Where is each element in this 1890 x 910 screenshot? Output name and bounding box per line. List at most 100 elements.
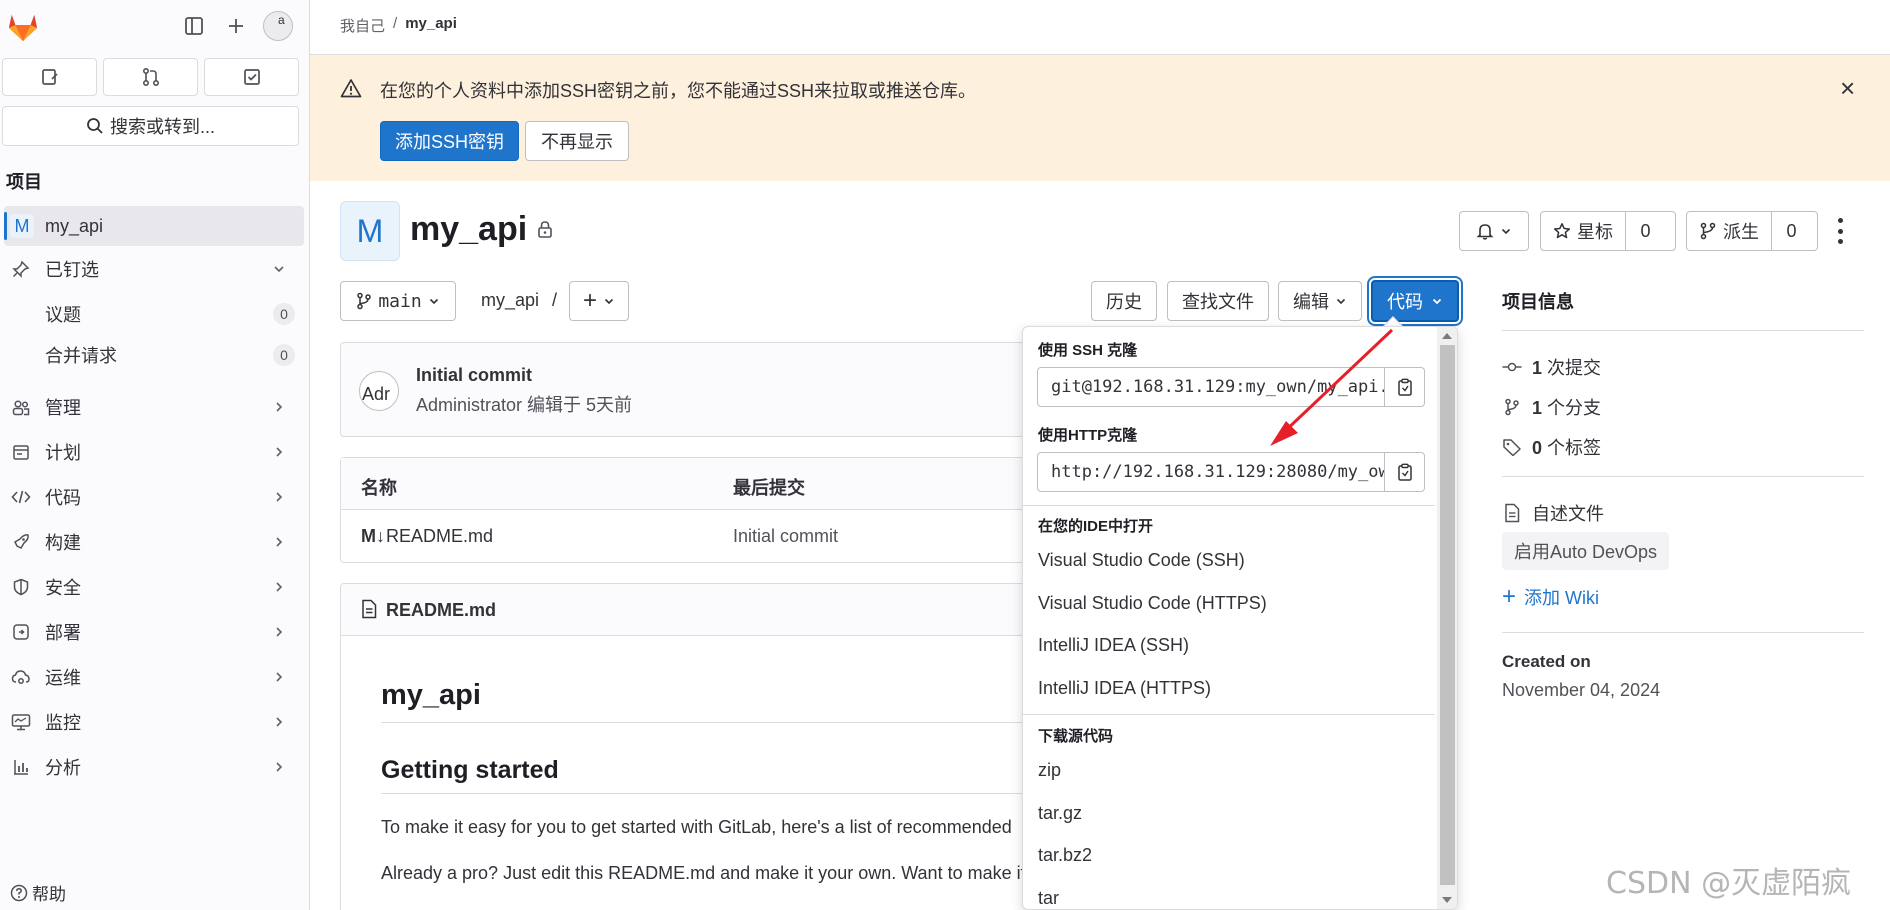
branch-name: main	[378, 290, 422, 312]
fork-count[interactable]: 0	[1771, 212, 1811, 250]
dropdown-scrollbar[interactable]	[1437, 327, 1457, 909]
merge-requests-tab[interactable]	[103, 58, 198, 96]
add-wiki-link[interactable]: + 添加 Wiki	[1502, 584, 1599, 610]
fork-button[interactable]: 派生 0	[1686, 211, 1818, 251]
tags-link[interactable]: 0 个标签	[1502, 434, 1601, 460]
sidebar-item-label: 部署	[45, 623, 81, 643]
star-count[interactable]: 0	[1625, 212, 1665, 250]
code-clone-dropdown: 使用 SSH 克隆 git@192.168.31.129:my_own/my_a…	[1022, 326, 1458, 910]
gitlab-logo-icon[interactable]	[6, 10, 40, 42]
branches-label: 个分支	[1547, 398, 1602, 418]
open-intellij-ssh[interactable]: IntelliJ IDEA (SSH)	[1038, 635, 1189, 656]
more-actions-icon[interactable]	[1830, 218, 1850, 244]
sidebar-item-manage[interactable]: 管理	[0, 387, 304, 427]
sidebar-item-monitor[interactable]: 监控	[0, 702, 304, 742]
project-letter-avatar: M	[10, 214, 34, 238]
watermark: CSDN @灭虚陌疯	[1606, 866, 1852, 901]
scrollbar-thumb[interactable]	[1440, 345, 1455, 885]
tags-count: 0	[1532, 438, 1543, 458]
readme-link[interactable]: 自述文件	[1502, 500, 1604, 526]
sidebar-item-plan[interactable]: 计划	[0, 432, 304, 472]
file-last-commit[interactable]: Initial commit	[733, 526, 838, 547]
download-tar-bz2[interactable]: tar.bz2	[1038, 845, 1092, 866]
code-dropdown-button[interactable]: 代码	[1371, 280, 1459, 322]
history-button[interactable]: 历史	[1091, 281, 1157, 321]
open-intellij-https[interactable]: IntelliJ IDEA (HTTPS)	[1038, 678, 1211, 699]
branches-link[interactable]: 1 个分支	[1502, 394, 1601, 420]
ssh-key-alert: 在您的个人资料中添加SSH密钥之前，您不能通过SSH来拉取或推送仓库。 添加SS…	[310, 55, 1890, 181]
sidebar-item-merge-requests[interactable]: 合并请求 0	[45, 336, 295, 374]
sidebar-item-build[interactable]: 构建	[0, 522, 304, 562]
chevron-down-icon	[429, 298, 438, 305]
sidebar-item-security[interactable]: 安全	[0, 567, 304, 607]
sidebar-item-analyze[interactable]: 分析	[0, 747, 304, 787]
sidebar-item-operate[interactable]: 运维	[0, 657, 304, 697]
download-zip[interactable]: zip	[1038, 760, 1061, 781]
add-to-tree-dropdown[interactable]: +	[569, 281, 629, 321]
project-avatar: M	[340, 201, 400, 261]
commits-link[interactable]: 1 次提交	[1502, 354, 1601, 380]
scroll-down-arrow[interactable]	[1442, 897, 1452, 903]
http-url-input[interactable]: http://192.168.31.129:28080/my_own/my_ap…	[1037, 452, 1385, 492]
breadcrumb-parent[interactable]: 我自己	[340, 15, 385, 36]
plus-icon[interactable]	[222, 12, 250, 40]
readme-panel: README.md my_api Getting started To make…	[340, 583, 1040, 910]
help-button[interactable]: 帮助	[10, 880, 66, 905]
file-name-link[interactable]: README.md	[386, 526, 493, 547]
scroll-up-arrow[interactable]	[1442, 333, 1452, 339]
code-icon	[8, 489, 34, 505]
project-info-title: 项目信息	[1502, 292, 1574, 312]
enable-auto-devops-button[interactable]: 启用Auto DevOps	[1502, 532, 1670, 570]
shield-icon	[8, 578, 34, 596]
open-vscode-ssh[interactable]: Visual Studio Code (SSH)	[1038, 550, 1245, 571]
sidebar-item-project[interactable]: M my_api	[4, 206, 304, 246]
toggle-sidebar-icon[interactable]	[180, 12, 208, 40]
close-icon[interactable]: ×	[1840, 75, 1855, 101]
fork-label: 派生	[1723, 222, 1759, 242]
find-file-button[interactable]: 查找文件	[1167, 281, 1269, 321]
ssh-url-input[interactable]: git@192.168.31.129:my_own/my_api.git	[1037, 367, 1385, 407]
info-divider	[1502, 476, 1864, 477]
sidebar-item-pinned[interactable]: 已钉选	[0, 249, 304, 289]
plus-icon: +	[1502, 583, 1517, 610]
rocket-icon	[8, 533, 34, 551]
notification-dropdown[interactable]	[1459, 211, 1529, 251]
issues-tab[interactable]	[2, 58, 97, 96]
readme-heading-2: Getting started	[381, 756, 559, 784]
readme-file-name[interactable]: README.md	[386, 600, 496, 621]
commit-author-avatar[interactable]: Adr	[359, 371, 399, 411]
count-badge: 0	[273, 303, 295, 325]
download-tar[interactable]: tar	[1038, 888, 1059, 909]
dont-show-again-button[interactable]: 不再显示	[525, 121, 629, 161]
todos-tab[interactable]	[204, 58, 299, 96]
users-icon	[8, 398, 34, 416]
chevron-down-icon	[1501, 228, 1511, 235]
merge-request-icon	[142, 67, 159, 87]
table-header: 名称 最后提交	[341, 458, 1039, 510]
user-avatar[interactable]: a	[263, 11, 293, 41]
commits-label: 次提交	[1547, 358, 1602, 378]
branch-selector[interactable]: main	[340, 281, 456, 321]
open-vscode-https[interactable]: Visual Studio Code (HTTPS)	[1038, 593, 1267, 614]
star-button[interactable]: 星标 0	[1540, 211, 1676, 251]
readme-header: README.md	[341, 584, 1039, 636]
sidebar-item-label: 监控	[45, 713, 81, 733]
search-or-goto-button[interactable]: 搜索或转到...	[2, 106, 299, 146]
sidebar-item-code[interactable]: 代码	[0, 477, 304, 517]
edit-dropdown[interactable]: 编辑	[1278, 281, 1362, 321]
repo-path-root[interactable]: my_api	[481, 290, 539, 310]
alert-message: 在您的个人资料中添加SSH密钥之前，您不能通过SSH来拉取或推送仓库。	[380, 81, 977, 101]
tag-icon	[1503, 439, 1521, 456]
copy-ssh-url-button[interactable]	[1385, 367, 1425, 407]
sidebar-item-deploy[interactable]: 部署	[0, 612, 304, 652]
info-divider	[1502, 632, 1864, 633]
copy-http-url-button[interactable]	[1385, 452, 1425, 492]
commit-author[interactable]: Administrator	[416, 395, 522, 415]
add-ssh-key-button[interactable]: 添加SSH密钥	[380, 121, 520, 161]
breadcrumb-current[interactable]: my_api	[405, 15, 457, 36]
branches-count: 1	[1532, 398, 1543, 418]
sidebar-item-issues[interactable]: 议题 0	[45, 295, 295, 333]
copy-to-clipboard-icon	[1397, 463, 1412, 481]
download-tar-gz[interactable]: tar.gz	[1038, 803, 1082, 824]
commit-title[interactable]: Initial commit	[416, 365, 532, 386]
